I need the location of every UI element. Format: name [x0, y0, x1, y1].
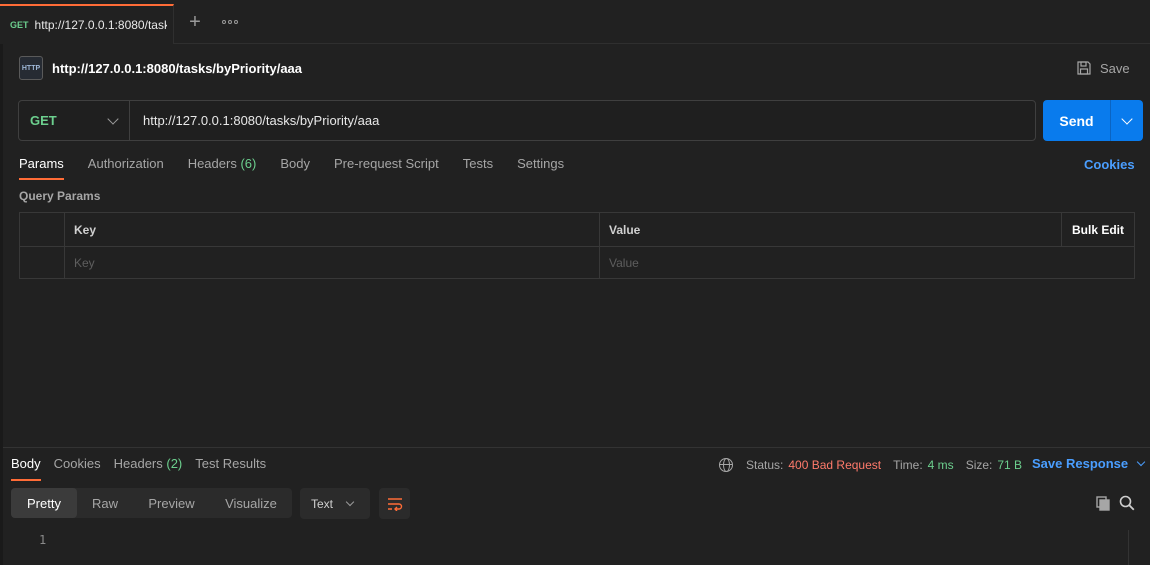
sidebar-edge	[0, 44, 3, 565]
tab-label: Authorization	[87, 156, 164, 171]
request-name[interactable]: http://127.0.0.1:8080/tasks/byPriority/a…	[52, 61, 302, 76]
tab-label: Body	[280, 156, 310, 171]
response-tab-cookies[interactable]: Cookies	[54, 455, 101, 481]
tab-pre-request-script[interactable]: Pre-request Script	[334, 154, 439, 180]
language-value: Text	[311, 496, 334, 511]
save-response-label: Save Response	[1032, 456, 1129, 471]
chevron-down-icon	[345, 497, 355, 506]
response-scrollbar[interactable]	[1128, 530, 1150, 565]
row-checkbox-cell	[20, 247, 65, 279]
tab-headers[interactable]: Headers (6)	[188, 154, 257, 180]
tab-count: (2)	[166, 456, 183, 471]
response-tabs: Body Cookies Headers (2) Test Results	[11, 455, 279, 481]
cookies-link[interactable]: Cookies	[1084, 157, 1135, 172]
request-tabs: Params Authorization Headers (6) Body Pr…	[19, 154, 588, 180]
search-icon[interactable]	[1119, 495, 1135, 511]
tab-count: (6)	[240, 156, 257, 171]
table-row: Key Value	[20, 246, 1134, 279]
tab-label: Headers	[187, 156, 237, 171]
format-visualize[interactable]: Visualize	[210, 488, 292, 518]
size-label: Size:	[965, 458, 993, 472]
method-dropdown[interactable]: GET	[19, 101, 130, 140]
http-icon: HTTP	[19, 56, 43, 80]
tab-label: Tests	[462, 156, 494, 171]
tab-label: Pre-request Script	[333, 156, 439, 171]
response-meta: Status: 400 Bad Request Time: 4 ms Size:…	[719, 456, 1034, 474]
send-button-group: Send	[1043, 100, 1143, 141]
new-tab-plus-icon[interactable]: +	[186, 12, 204, 32]
tab-authorization[interactable]: Authorization	[88, 154, 164, 180]
format-pretty[interactable]: Pretty	[11, 488, 77, 518]
key-column-header: Key	[65, 213, 600, 246]
chevron-down-icon	[1136, 457, 1146, 466]
response-tab-body[interactable]: Body	[11, 455, 41, 481]
value-column-header: Value	[600, 213, 1062, 246]
method-value: GET	[30, 113, 57, 128]
save-button[interactable]: Save	[1076, 58, 1130, 78]
tab-label: Headers	[113, 456, 163, 471]
bulk-edit-button[interactable]: Bulk Edit	[1062, 213, 1134, 246]
save-label: Save	[1100, 60, 1130, 76]
value-input[interactable]: Value	[600, 247, 1062, 279]
send-button[interactable]: Send	[1043, 100, 1111, 141]
status-value[interactable]: 400 Bad Request	[788, 458, 881, 472]
response-divider[interactable]	[3, 447, 1150, 448]
request-tab[interactable]: GET http://127.0.0.1:8080/tasks/byPriori…	[0, 4, 174, 44]
tab-body[interactable]: Body	[280, 154, 310, 180]
url-bar: GET http://127.0.0.1:8080/tasks/byPriori…	[18, 100, 1036, 141]
key-input[interactable]: Key	[65, 247, 600, 279]
format-raw[interactable]: Raw	[77, 488, 133, 518]
line-number: 1	[39, 533, 47, 547]
save-icon	[1077, 61, 1091, 75]
tab-bar: GET http://127.0.0.1:8080/tasks/byPriori…	[0, 0, 1150, 44]
send-options-button[interactable]	[1111, 100, 1143, 141]
tab-label: Test Results	[195, 456, 267, 471]
more-tabs-icon[interactable]	[222, 14, 240, 30]
checkbox-column-header	[20, 213, 65, 246]
wrap-lines-button[interactable]	[379, 488, 410, 519]
wrap-lines-icon	[387, 497, 402, 511]
copy-icon[interactable]	[1095, 495, 1111, 511]
chevron-down-icon	[1121, 112, 1133, 125]
globe-icon[interactable]	[719, 458, 733, 472]
status-label: Status:	[746, 458, 784, 472]
tab-label: Params	[19, 156, 64, 171]
url-input[interactable]: http://127.0.0.1:8080/tasks/byPriority/a…	[130, 101, 1035, 140]
tab-title: http://127.0.0.1:8080/tasks/byPriority/a…	[34, 18, 167, 32]
tab-params[interactable]: Params	[19, 154, 64, 180]
tab-label: Body	[11, 456, 41, 471]
table-header-row: Key Value Bulk Edit	[20, 213, 1134, 246]
tab-tests[interactable]: Tests	[463, 154, 493, 180]
format-preview[interactable]: Preview	[133, 488, 210, 518]
format-selector: Pretty Raw Preview Visualize	[11, 488, 292, 518]
save-response-button[interactable]: Save Response	[1032, 456, 1146, 471]
query-params-table: Key Value Bulk Edit Key Value	[19, 212, 1135, 279]
size-value[interactable]: 71 B	[997, 458, 1022, 472]
tab-label: Settings	[517, 156, 565, 171]
tab-method-label: GET	[10, 20, 29, 30]
time-value[interactable]: 4 ms	[928, 458, 954, 472]
tab-label: Cookies	[53, 456, 101, 471]
response-tab-test-results[interactable]: Test Results	[195, 455, 266, 481]
tab-settings[interactable]: Settings	[517, 154, 564, 180]
time-label: Time:	[893, 458, 923, 472]
language-dropdown[interactable]: Text	[300, 488, 370, 519]
query-params-heading: Query Params	[19, 189, 101, 203]
chevron-down-icon	[107, 112, 119, 125]
response-tab-headers[interactable]: Headers (2)	[114, 455, 183, 481]
